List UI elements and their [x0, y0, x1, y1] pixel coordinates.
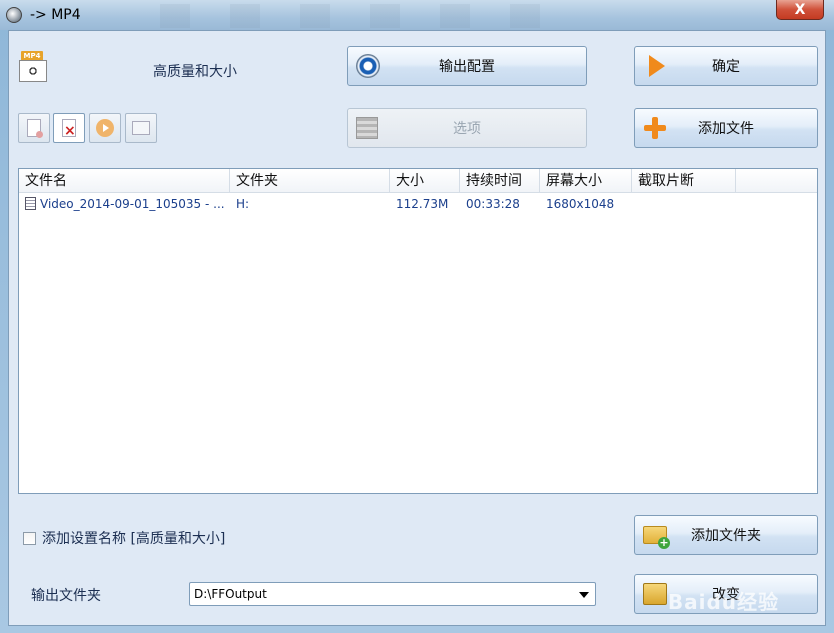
- film-reel-icon: [19, 60, 47, 82]
- options-button[interactable]: 选项: [347, 108, 587, 148]
- cell-size: 112.73M: [396, 197, 449, 211]
- remove-file-button[interactable]: [18, 113, 50, 143]
- play-button[interactable]: [89, 113, 121, 143]
- app-icon: [6, 7, 22, 23]
- delete-file-button[interactable]: [53, 113, 85, 143]
- cell-folder: H:: [236, 197, 250, 211]
- add-setting-name-label[interactable]: 添加设置名称 [高质量和大小]: [42, 528, 225, 548]
- column-header-resolution[interactable]: 屏幕大小: [540, 169, 632, 192]
- ok-button[interactable]: 确定: [634, 46, 818, 86]
- file-list[interactable]: 文件名 文件夹 大小 持续时间 屏幕大小 截取片断 Video_2014-09-…: [18, 168, 818, 494]
- mp4-format-icon: MP4: [19, 51, 49, 83]
- quality-label: 高质量和大小: [153, 64, 237, 80]
- file-list-header: 文件名 文件夹 大小 持续时间 屏幕大小 截取片断: [19, 169, 817, 193]
- options-label: 选项: [453, 121, 481, 137]
- dialog-body: MP4 高质量和大小 输出配置 确定 选项 添加文件 文件名 文件夹 大小 持续…: [8, 30, 826, 626]
- cell-resolution: 1680x1048: [546, 197, 615, 211]
- filename-text: Video_2014-09-01_105035 - ...: [40, 197, 225, 211]
- column-header-size[interactable]: 大小: [390, 169, 460, 192]
- add-folder-label: 添加文件夹: [691, 528, 761, 544]
- add-setting-name-checkbox[interactable]: [23, 531, 36, 545]
- plus-icon: [643, 116, 667, 140]
- add-setting-name-option[interactable]: 添加设置名称 [高质量和大小]: [23, 528, 225, 548]
- delete-document-icon: [62, 119, 76, 139]
- gear-icon: [356, 54, 380, 78]
- cell-filename: Video_2014-09-01_105035 - ...: [19, 197, 230, 211]
- chevron-down-icon: [579, 592, 589, 598]
- output-config-label: 输出配置: [439, 59, 495, 75]
- arrow-right-icon: [649, 55, 665, 77]
- info-panel-icon: [132, 121, 150, 135]
- column-header-filename[interactable]: 文件名: [19, 169, 230, 192]
- cell-duration: 00:33:28: [466, 197, 520, 211]
- media-info-button[interactable]: [125, 113, 157, 143]
- close-button[interactable]: X: [776, 0, 824, 20]
- title-bar: -> MP4 X: [0, 0, 834, 30]
- ok-label: 确定: [712, 59, 740, 75]
- add-file-label: 添加文件: [698, 121, 754, 137]
- output-folder-value: D:\FFOutput: [194, 587, 267, 601]
- film-clip-icon: [356, 117, 378, 139]
- column-header-folder[interactable]: 文件夹: [230, 169, 390, 192]
- folder-add-icon: [643, 526, 670, 549]
- output-folder-label: 输出文件夹: [31, 588, 101, 604]
- window-title: -> MP4: [30, 7, 81, 23]
- titlebar-background-ghost: [120, 4, 580, 28]
- baidu-watermark: Baidu经验: [667, 590, 779, 614]
- add-file-button[interactable]: 添加文件: [634, 108, 818, 148]
- column-header-clip[interactable]: 截取片断: [632, 169, 736, 192]
- output-folder-select[interactable]: D:\FFOutput: [189, 582, 596, 606]
- column-header-duration[interactable]: 持续时间: [460, 169, 540, 192]
- table-row[interactable]: Video_2014-09-01_105035 - ... H: 112.73M…: [19, 193, 817, 215]
- play-icon: [96, 119, 114, 137]
- add-folder-button[interactable]: 添加文件夹: [634, 515, 818, 555]
- video-file-icon: [25, 197, 36, 210]
- remove-document-icon: [27, 119, 43, 138]
- change-folder-icon: [643, 583, 667, 605]
- output-config-button[interactable]: 输出配置: [347, 46, 587, 86]
